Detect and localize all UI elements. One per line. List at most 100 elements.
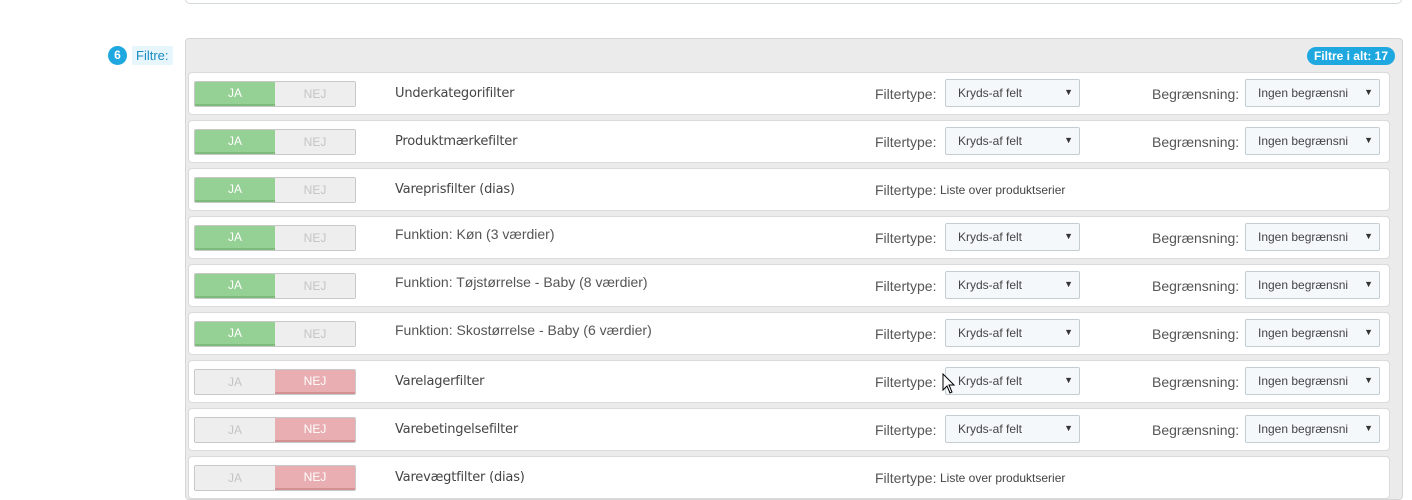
toggle-no-button[interactable]: NEJ [275, 370, 355, 394]
chevron-down-icon: ▼ [1364, 279, 1373, 289]
chevron-down-icon: ▼ [1064, 279, 1073, 289]
toggle-no-button[interactable]: NEJ [275, 226, 355, 250]
chevron-down-icon: ▼ [1064, 87, 1073, 97]
filter-name: Varelagerfilter [395, 374, 485, 389]
toggle-yes-button[interactable]: JA [195, 82, 275, 106]
chevron-down-icon: ▼ [1064, 423, 1073, 433]
limit-label: Begrænsning: [1152, 422, 1240, 438]
enable-toggle[interactable]: JA NEJ [194, 81, 356, 107]
limit-value: Ingen begrænsni [1258, 134, 1349, 148]
filter-type-label: Filtertype: [875, 422, 937, 438]
toggle-no-button[interactable]: NEJ [275, 82, 355, 106]
filter-name: Underkategorifilter [395, 86, 515, 101]
toggle-no-button[interactable]: NEJ [275, 274, 355, 298]
enable-toggle[interactable]: JA NEJ [194, 417, 356, 443]
toggle-yes-button[interactable]: JA [195, 418, 275, 442]
enable-toggle[interactable]: JA NEJ [194, 465, 356, 491]
filter-row: JA NEJ Vareprisfilter (dias) Filtertype: Lis… [188, 168, 1390, 211]
toggle-yes-button[interactable]: JA [195, 130, 275, 154]
filter-name: Funktion: Skostørrelse - Baby (6 værdier… [395, 322, 652, 338]
mouse-cursor-icon [942, 373, 956, 394]
toggle-yes-button[interactable]: JA [195, 226, 275, 250]
filter-name: Varebetingelsefilter [395, 422, 518, 437]
filter-name: Funktion: Tøjstørrelse - Baby (8 værdier… [395, 274, 648, 290]
chevron-down-icon: ▼ [1364, 135, 1373, 145]
toggle-no-button[interactable]: NEJ [275, 466, 355, 490]
toggle-yes-button[interactable]: JA [195, 322, 275, 346]
filter-row: JA NEJ Varelagerfilter Filtertype: Kryds-af … [188, 360, 1390, 403]
filter-type-value: Kryds-af felt [958, 86, 1023, 100]
toggle-no-button[interactable]: NEJ [275, 322, 355, 346]
filter-type-label: Filtertype: [875, 86, 937, 102]
limit-value: Ingen begrænsni [1258, 422, 1349, 436]
filter-name: Vareprisfilter (dias) [395, 182, 515, 197]
limit-select[interactable]: Ingen begrænsni ▼ [1245, 223, 1380, 251]
enable-toggle[interactable]: JA NEJ [194, 177, 356, 203]
previous-panel [185, 0, 1402, 4]
filter-type-label: Filtertype: [875, 278, 937, 294]
limit-select[interactable]: Ingen begrænsni ▼ [1245, 271, 1380, 299]
toggle-yes-button[interactable]: JA [195, 274, 275, 298]
filter-type-value: Kryds-af felt [958, 230, 1023, 244]
filter-type-value: Kryds-af felt [958, 278, 1023, 292]
filter-type-label: Filtertype: [875, 326, 937, 342]
toggle-no-button[interactable]: NEJ [275, 178, 355, 202]
filter-type-select[interactable]: Kryds-af felt ▼ [945, 415, 1080, 443]
filter-name: Produktmærkefilter [395, 134, 518, 149]
limit-select[interactable]: Ingen begrænsni ▼ [1245, 319, 1380, 347]
filter-type-value: Liste over produktserier [940, 183, 1066, 197]
toggle-no-button[interactable]: NEJ [275, 130, 355, 154]
step-label: 6 Filtre: [108, 45, 173, 65]
enable-toggle[interactable]: JA NEJ [194, 273, 356, 299]
filter-type-select[interactable]: Kryds-af felt ▼ [945, 79, 1080, 107]
limit-value: Ingen begrænsni [1258, 230, 1349, 244]
filter-type-value: Kryds-af felt [958, 326, 1023, 340]
filter-type-select[interactable]: Kryds-af felt ▼ [945, 367, 1080, 395]
enable-toggle[interactable]: JA NEJ [194, 369, 356, 395]
limit-label: Begrænsning: [1152, 374, 1240, 390]
chevron-down-icon: ▼ [1364, 327, 1373, 337]
chevron-down-icon: ▼ [1064, 375, 1073, 385]
filters-panel: Filtre i alt: 17 JA NEJ Underkategorifilte… [185, 38, 1403, 500]
toggle-yes-button[interactable]: JA [195, 370, 275, 394]
limit-label: Begrænsning: [1152, 326, 1240, 342]
filter-type-label: Filtertype: [875, 230, 937, 246]
toggle-no-button[interactable]: NEJ [275, 418, 355, 442]
limit-label: Begrænsning: [1152, 230, 1240, 246]
limit-value: Ingen begrænsni [1258, 278, 1349, 292]
limit-select[interactable]: Ingen begrænsni ▼ [1245, 367, 1380, 395]
chevron-down-icon: ▼ [1064, 327, 1073, 337]
chevron-down-icon: ▼ [1364, 87, 1373, 97]
filter-type-value: Liste over produktserier [940, 471, 1066, 485]
filter-type-select[interactable]: Kryds-af felt ▼ [945, 319, 1080, 347]
filter-count-badge: Filtre i alt: 17 [1306, 47, 1395, 65]
limit-label: Begrænsning: [1152, 278, 1240, 294]
filter-type-select[interactable]: Kryds-af felt ▼ [945, 127, 1080, 155]
filter-type-value: Kryds-af felt [958, 134, 1023, 148]
enable-toggle[interactable]: JA NEJ [194, 321, 356, 347]
filter-type-label: Filtertype: [875, 182, 937, 198]
filter-row: JA NEJ Funktion: Køn (3 værdier) Filtertype… [188, 216, 1390, 259]
toggle-yes-button[interactable]: JA [195, 178, 275, 202]
limit-value: Ingen begrænsni [1258, 86, 1349, 100]
filter-row: JA NEJ Funktion: Skostørrelse - Baby (6 væ… [188, 312, 1390, 355]
filter-type-label: Filtertype: [875, 470, 937, 486]
limit-select[interactable]: Ingen begrænsni ▼ [1245, 415, 1380, 443]
filter-row: JA NEJ Varebetingelsefilter Filtertype: Kryd… [188, 408, 1390, 451]
filter-row: JA NEJ Funktion: Tøjstørrelse - Baby (8 væ… [188, 264, 1390, 307]
filter-type-select[interactable]: Kryds-af felt ▼ [945, 223, 1080, 251]
chevron-down-icon: ▼ [1364, 423, 1373, 433]
limit-select[interactable]: Ingen begrænsni ▼ [1245, 79, 1380, 107]
enable-toggle[interactable]: JA NEJ [194, 129, 356, 155]
filter-type-select[interactable]: Kryds-af felt ▼ [945, 271, 1080, 299]
toggle-yes-button[interactable]: JA [195, 466, 275, 490]
filter-name: Funktion: Køn (3 værdier) [395, 226, 555, 242]
filter-row: JA NEJ Varevægtfilter (dias) Filtertype: Lis… [188, 456, 1390, 499]
enable-toggle[interactable]: JA NEJ [194, 225, 356, 251]
limit-label: Begrænsning: [1152, 86, 1240, 102]
filter-row: JA NEJ Produktmærkefilter Filtertype: Kryds-… [188, 120, 1390, 163]
limit-value: Ingen begrænsni [1258, 374, 1349, 388]
filter-type-label: Filtertype: [875, 134, 937, 150]
limit-select[interactable]: Ingen begrænsni ▼ [1245, 127, 1380, 155]
chevron-down-icon: ▼ [1364, 375, 1373, 385]
